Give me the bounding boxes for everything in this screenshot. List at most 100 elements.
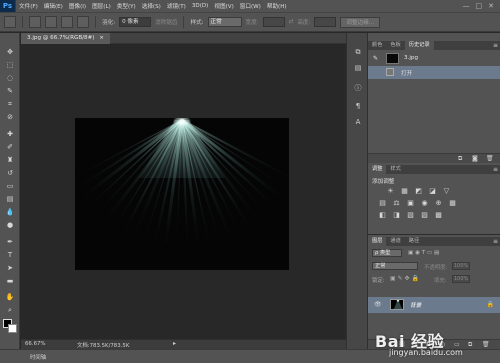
menu-help[interactable]: 帮助(H)	[264, 2, 290, 10]
menu-select[interactable]: 选择(S)	[139, 2, 164, 10]
exposure-icon[interactable]: ◪	[428, 187, 437, 196]
tab-color[interactable]: 颜色	[368, 41, 386, 50]
panel-menu-icon[interactable]: ≡	[493, 237, 498, 246]
clone-stamp-tool-icon[interactable]: ♜	[4, 155, 16, 166]
zoom-level[interactable]: 66.67%	[25, 341, 46, 347]
brush-tool-icon[interactable]: ✐	[4, 142, 16, 153]
type-tool-icon[interactable]: T	[4, 250, 16, 261]
gradient-map-icon[interactable]: ▨	[420, 211, 429, 220]
maximize-icon[interactable]: □	[476, 2, 483, 10]
paragraph-panel-icon[interactable]: ¶	[353, 101, 363, 111]
subtract-selection-icon[interactable]	[61, 16, 73, 28]
intersect-selection-icon[interactable]	[77, 16, 89, 28]
invert-icon[interactable]: ◧	[378, 211, 387, 220]
hand-tool-icon[interactable]: ✋	[4, 292, 16, 303]
panel-menu-icon[interactable]: ≡	[493, 41, 498, 50]
close-icon[interactable]: ✕	[488, 2, 494, 10]
tab-history[interactable]: 历史记录	[404, 41, 434, 50]
tab-styles[interactable]: 样式	[386, 165, 404, 174]
menu-3d[interactable]: 3D(D)	[189, 3, 212, 9]
new-document-from-state-icon[interactable]: ⧉	[458, 155, 462, 163]
menu-view[interactable]: 视图(V)	[211, 2, 236, 10]
document-tab[interactable]: 3.jpg @ 66.7%(RGB/8#) ×	[21, 33, 110, 44]
tab-layers[interactable]: 图层	[368, 237, 387, 246]
tab-swatches[interactable]: 色板	[386, 41, 404, 50]
gradient-tool-icon[interactable]: ▤	[4, 194, 16, 205]
width-input[interactable]	[262, 17, 285, 27]
eyedropper-tool-icon[interactable]: ⊘	[4, 112, 16, 123]
brush-source-icon[interactable]: ✎	[373, 55, 378, 62]
vibrance-icon[interactable]: ▽	[442, 187, 451, 196]
pen-tool-icon[interactable]: ✒	[4, 237, 16, 248]
close-tab-icon[interactable]: ×	[99, 35, 104, 41]
fill-input[interactable]: 100%	[452, 275, 470, 283]
character-panel-icon[interactable]: A	[353, 117, 363, 127]
menu-edit[interactable]: 编辑(E)	[41, 2, 66, 10]
menu-image[interactable]: 图像(I)	[66, 2, 89, 10]
color-balance-icon[interactable]: ⚖	[392, 199, 401, 208]
hue-saturation-icon[interactable]: ▤	[378, 199, 387, 208]
blend-mode-select[interactable]: 正常	[372, 262, 418, 270]
menu-type[interactable]: 类型(Y)	[114, 2, 139, 10]
threshold-icon[interactable]: ▧	[406, 211, 415, 220]
filter-icons[interactable]: ▣ ◉ T ▭ ▤	[408, 250, 439, 256]
layer-name[interactable]: 背景	[410, 301, 421, 309]
black-white-icon[interactable]: ▣	[406, 199, 415, 208]
menu-file[interactable]: 文件(F)	[16, 2, 41, 10]
document-image[interactable]	[75, 118, 289, 270]
posterize-icon[interactable]: ◨	[392, 211, 401, 220]
new-selection-icon[interactable]	[29, 16, 41, 28]
healing-brush-tool-icon[interactable]: ✚	[4, 129, 16, 140]
marquee-tool-preset-button[interactable]	[4, 16, 16, 28]
camera-icon[interactable]: ◙	[472, 155, 478, 162]
dodge-tool-icon[interactable]: ●	[4, 220, 16, 231]
timeline-label[interactable]: 时间轴	[30, 353, 46, 361]
antialias-checkbox[interactable]: 消除锯齿	[155, 18, 177, 26]
menu-window[interactable]: 窗口(W)	[237, 2, 264, 10]
feather-input[interactable]: 0 像素	[119, 17, 152, 27]
photo-filter-icon[interactable]: ◉	[420, 199, 429, 208]
info-panel-icon[interactable]: ⓘ	[353, 83, 363, 93]
tab-channels[interactable]: 通道	[386, 237, 404, 246]
history-state-open[interactable]: 打开	[368, 66, 500, 79]
brightness-contrast-icon[interactable]: ☀	[386, 187, 395, 196]
visibility-eye-icon[interactable]: 👁	[374, 301, 382, 308]
crop-tool-icon[interactable]: ⌗	[4, 99, 16, 110]
swap-icon[interactable]: ⇄	[289, 19, 294, 25]
minimize-icon[interactable]: —	[463, 2, 470, 10]
properties-panel-icon[interactable]: ▤	[353, 63, 363, 73]
refine-edge-button[interactable]: 调整边缘...	[340, 16, 381, 28]
eraser-tool-icon[interactable]: ▭	[4, 181, 16, 192]
shape-tool-icon[interactable]: ▬	[4, 276, 16, 287]
history-snapshot[interactable]: ✎ 3.jpg	[368, 52, 500, 65]
lasso-tool-icon[interactable]: ◌	[4, 73, 16, 84]
layer-kind-filter[interactable]: ρ 类型	[372, 249, 402, 257]
path-select-tool-icon[interactable]: ➤	[4, 263, 16, 274]
height-input[interactable]	[314, 17, 337, 27]
layer-row-background[interactable]: 👁 背景 🔒	[368, 297, 500, 313]
style-select[interactable]: 正常	[207, 17, 242, 27]
channel-mixer-icon[interactable]: ⊕	[434, 199, 443, 208]
canvas-area[interactable]	[21, 44, 346, 339]
trash-icon[interactable]: 🗑	[486, 155, 494, 162]
history-panel-icon[interactable]: ⧉	[353, 47, 363, 57]
blur-tool-icon[interactable]: 💧	[4, 207, 16, 218]
status-menu-arrow[interactable]: ▸	[173, 340, 176, 347]
tab-adjustments[interactable]: 调整	[368, 165, 387, 174]
menu-layer[interactable]: 图层(L)	[89, 2, 114, 10]
marquee-tool-icon[interactable]: ⬚	[4, 60, 16, 71]
tab-paths[interactable]: 路径	[405, 237, 423, 246]
history-brush-tool-icon[interactable]: ↺	[4, 168, 16, 179]
zoom-tool-icon[interactable]: ⌕	[4, 305, 16, 316]
move-tool-icon[interactable]: ✥	[4, 47, 16, 58]
panel-menu-icon[interactable]: ≡	[493, 165, 498, 174]
curves-icon[interactable]: ◩	[414, 187, 423, 196]
opacity-input[interactable]: 100%	[452, 262, 470, 270]
quick-select-tool-icon[interactable]: ✎	[4, 86, 16, 97]
selective-color-icon[interactable]: ▩	[434, 211, 443, 220]
levels-icon[interactable]: ▦	[400, 187, 409, 196]
lock-icons[interactable]: ▣ ✎ ✥ 🔒	[390, 275, 419, 282]
color-lookup-icon[interactable]: ▦	[448, 199, 457, 208]
menu-filter[interactable]: 滤镜(T)	[164, 2, 189, 10]
add-to-selection-icon[interactable]	[45, 16, 57, 28]
